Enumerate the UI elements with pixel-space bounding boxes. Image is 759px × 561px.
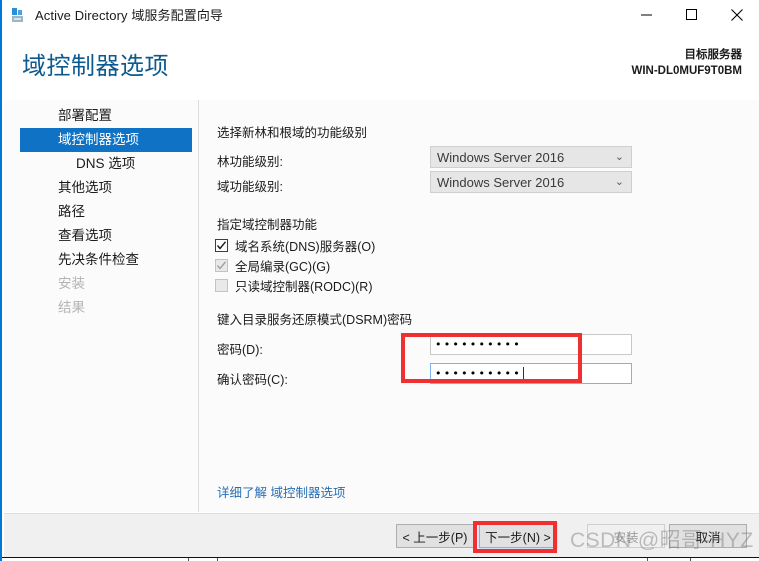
dsrm-confirm-password-label: 确认密码(C): (217, 373, 288, 387)
previous-button[interactable]: < 上一步(P) (396, 524, 474, 548)
dsrm-password-label: 密码(D): (217, 343, 263, 357)
checkbox-row-rodc: 只读域控制器(RODC)(R) (215, 276, 372, 295)
close-icon[interactable] (714, 0, 759, 29)
minimize-icon[interactable] (624, 0, 669, 29)
sidebar-item-additional-options[interactable]: 其他选项 (20, 176, 192, 200)
checkbox-row-global-catalog: 全局编录(GC)(G) (215, 256, 330, 275)
chevron-down-icon: ⌄ (614, 176, 624, 188)
checkbox-row-dns-server[interactable]: 域名系统(DNS)服务器(O) (215, 236, 375, 255)
watermark: CSDN @昭哥-HYZ (570, 529, 754, 552)
dsrm-section-title: 键入目录服务还原模式(DSRM)密码 (217, 313, 413, 327)
target-server-label: 目标服务器 (684, 49, 743, 61)
checkbox-dns-server[interactable] (215, 239, 228, 252)
dsrm-password-input[interactable]: •••••••••• (430, 334, 632, 355)
target-server-block: 目标服务器 WIN-DL0MUF9T0BM (631, 47, 742, 79)
domain-functional-level-label: 域功能级别: (217, 180, 283, 194)
sidebar-item-domain-controller-options[interactable]: 域控制器选项 (20, 128, 192, 152)
checkbox-label-rodc: 只读域控制器(RODC)(R) (235, 280, 373, 294)
sidebar-item-prerequisites-check[interactable]: 先决条件检查 (20, 248, 192, 272)
server-rack-icon (11, 7, 27, 23)
dsrm-confirm-password-input[interactable]: •••••••••• (430, 363, 632, 384)
forest-functional-level-label: 林功能级别: (217, 155, 283, 169)
checkbox-rodc (215, 279, 228, 292)
sidebar-item-deployment-config[interactable]: 部署配置 (20, 104, 192, 128)
window-title: Active Directory 域服务配置向导 (35, 8, 224, 23)
page-title: 域控制器选项 (22, 53, 169, 80)
domain-functional-level-value: Windows Server 2016 (437, 174, 565, 190)
wizard-header: 域控制器选项 目标服务器 WIN-DL0MUF9T0BM (4, 29, 759, 100)
dsrm-password-value: •••••••••• (435, 338, 522, 351)
dsrm-confirm-password-value: •••••••••• (435, 367, 522, 380)
sidebar-item-dns-options[interactable]: DNS 选项 (20, 152, 192, 176)
chevron-down-icon: ⌄ (614, 151, 624, 163)
checkbox-global-catalog (215, 259, 228, 272)
maximize-icon[interactable] (669, 0, 714, 29)
sidebar-item-review-options[interactable]: 查看选项 (20, 224, 192, 248)
domain-functional-level-select[interactable]: Windows Server 2016 ⌄ (430, 171, 632, 193)
target-server-name: WIN-DL0MUF9T0BM (631, 65, 742, 77)
taskbar-edge-strip (2, 557, 759, 561)
learn-more-link[interactable]: 详细了解 域控制器选项 (217, 482, 345, 501)
text-cursor (522, 367, 524, 380)
window-controls (624, 0, 759, 29)
capabilities-section-title: 指定域控制器功能 (217, 218, 318, 232)
sidebar-item-paths[interactable]: 路径 (20, 200, 192, 224)
sidebar-item-installation: 安装 (58, 276, 85, 291)
sidebar-item-results: 结果 (58, 300, 85, 315)
checkbox-label-global-catalog: 全局编录(GC)(G) (235, 260, 331, 274)
main-content-panel: 选择新林和根域的功能级别 林功能级别: Windows Server 2016 … (199, 100, 759, 512)
checkbox-label-dns-server: 域名系统(DNS)服务器(O) (235, 240, 376, 254)
forest-functional-level-value: Windows Server 2016 (437, 149, 565, 165)
functional-level-section-title: 选择新林和根域的功能级别 (217, 126, 368, 140)
title-bar: Active Directory 域服务配置向导 (2, 0, 759, 29)
forest-functional-level-select[interactable]: Windows Server 2016 ⌄ (430, 146, 632, 168)
wizard-steps-sidebar: 部署配置 域控制器选项 DNS 选项 其他选项 路径 查看选项 先决条件检查 安… (4, 104, 196, 320)
ad-ds-configuration-wizard-window: Active Directory 域服务配置向导 域控制器选项 目标服务器 WI… (0, 0, 759, 561)
next-button[interactable]: 下一步(N) > (478, 523, 558, 549)
